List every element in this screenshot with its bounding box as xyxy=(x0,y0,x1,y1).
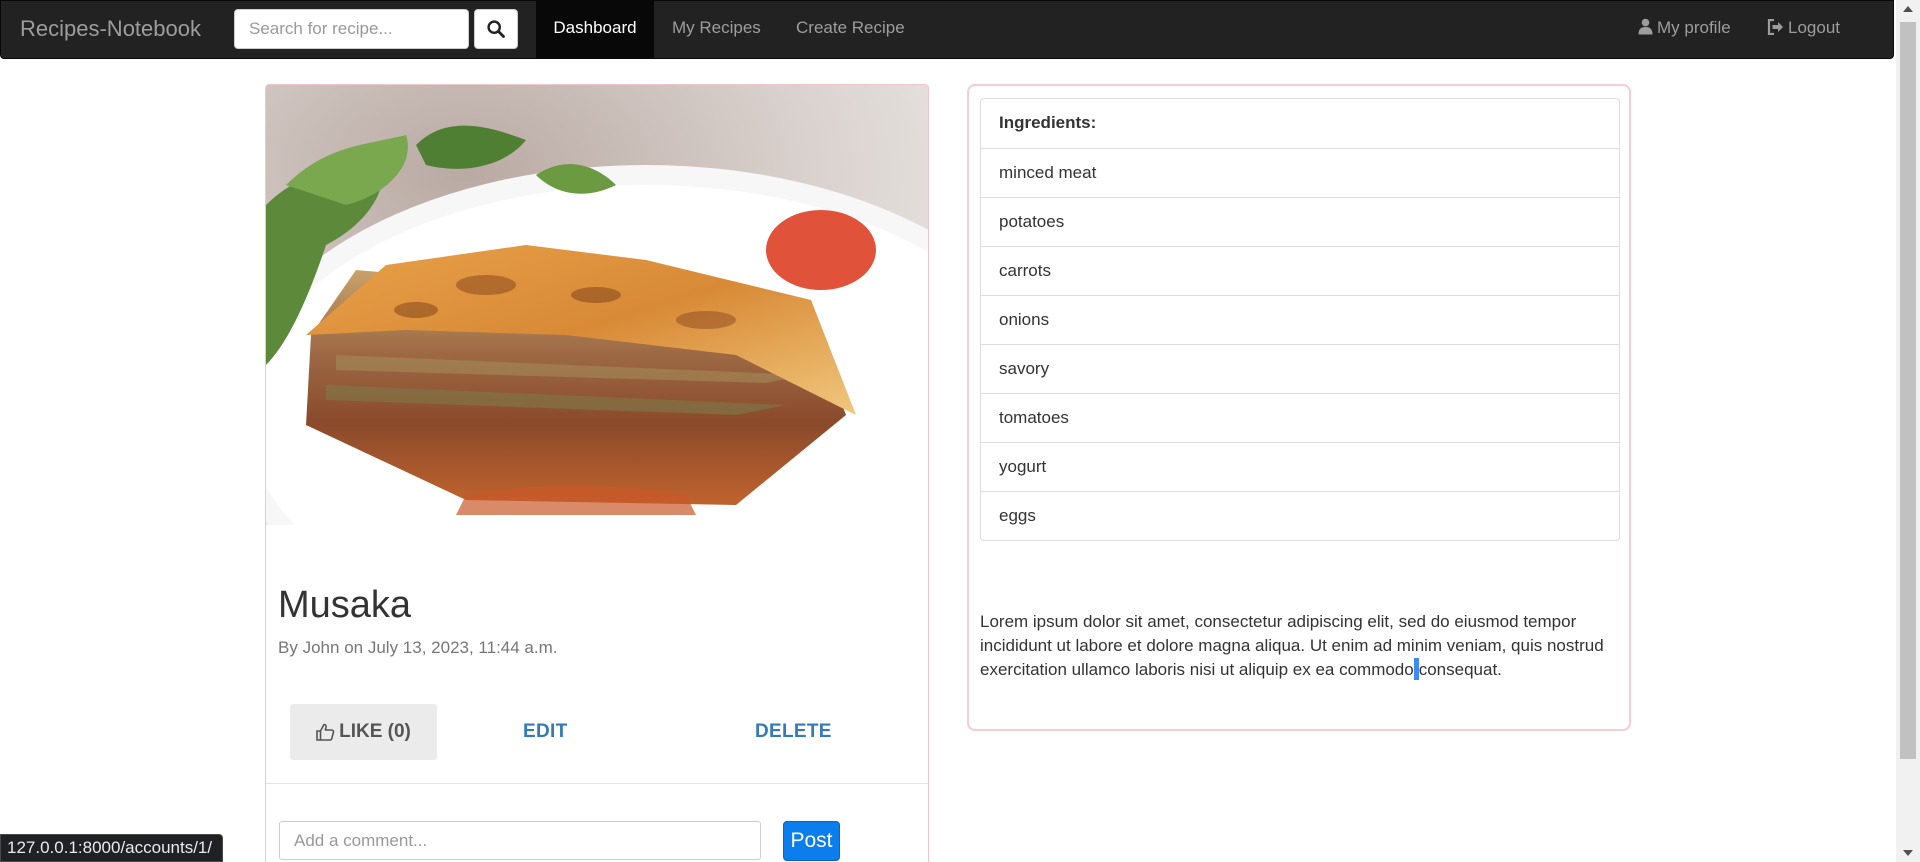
description-text-end: consequat. xyxy=(1418,660,1502,679)
delete-link[interactable]: DELETE xyxy=(755,721,832,743)
scroll-up-arrow-icon[interactable] xyxy=(1896,0,1920,18)
ingredient-item: onions xyxy=(981,295,1619,344)
ingredients-card: Ingredients: minced meat potatoes carrot… xyxy=(967,84,1631,731)
nav-create-recipe[interactable]: Create Recipe xyxy=(796,1,905,59)
thumbs-up-icon xyxy=(316,723,335,741)
recipe-description: Lorem ipsum dolor sit amet, consectetur … xyxy=(980,610,1620,682)
scrollbar-thumb[interactable] xyxy=(1900,22,1916,759)
nav-my-profile[interactable]: My profile xyxy=(1638,1,1731,59)
user-icon xyxy=(1638,18,1653,35)
search-button[interactable] xyxy=(474,9,518,49)
recipe-meta: By John on July 13, 2023, 11:44 a.m. xyxy=(278,638,557,658)
ingredient-item: eggs xyxy=(981,491,1619,540)
post-comment-button[interactable]: Post xyxy=(783,821,840,861)
ingredient-item: minced meat xyxy=(981,148,1619,197)
ingredient-item: tomatoes xyxy=(981,393,1619,442)
ingredients-list: Ingredients: minced meat potatoes carrot… xyxy=(980,98,1620,541)
ingredients-header: Ingredients: xyxy=(999,113,1097,132)
on-label: on xyxy=(344,638,364,657)
nav-my-recipes[interactable]: My Recipes xyxy=(672,1,761,59)
logout-icon xyxy=(1767,19,1783,35)
ingredient-item: carrots xyxy=(981,246,1619,295)
link-status-bar: 127.0.0.1:8000/accounts/1/ xyxy=(0,834,224,862)
scroll-down-arrow-icon[interactable] xyxy=(1896,844,1920,862)
recipe-title: Musaka xyxy=(278,584,412,626)
search-icon xyxy=(487,20,505,38)
recipe-image xyxy=(266,85,928,525)
nav-my-profile-label: My profile xyxy=(1657,18,1731,37)
recipe-card: Musaka By John on July 13, 2023, 11:44 a… xyxy=(265,84,929,862)
nav-logout-label: Logout xyxy=(1788,18,1840,37)
ingredient-item: savory xyxy=(981,344,1619,393)
like-label: LIKE (0) xyxy=(339,721,411,742)
nav-logout[interactable]: Logout xyxy=(1767,1,1840,59)
description-text: Lorem ipsum dolor sit amet, consectetur … xyxy=(980,612,1604,679)
edit-link[interactable]: EDIT xyxy=(523,721,567,743)
top-navbar: Recipes-Notebook Dashboard My Recipes Cr… xyxy=(0,0,1894,59)
recipe-author: John xyxy=(302,638,340,657)
brand-link[interactable]: Recipes-Notebook xyxy=(20,1,201,57)
recipe-date: July 13, 2023, 11:44 a.m. xyxy=(367,638,558,657)
nav-dashboard[interactable]: Dashboard xyxy=(536,1,654,59)
search-input[interactable] xyxy=(234,9,469,49)
ingredient-item: potatoes xyxy=(981,197,1619,246)
divider xyxy=(266,783,928,784)
comment-input[interactable] xyxy=(279,821,761,860)
vertical-scrollbar[interactable] xyxy=(1896,0,1920,862)
by-label: By xyxy=(278,638,298,657)
like-button[interactable]: LIKE (0) xyxy=(290,704,437,760)
ingredient-item: yogurt xyxy=(981,442,1619,491)
